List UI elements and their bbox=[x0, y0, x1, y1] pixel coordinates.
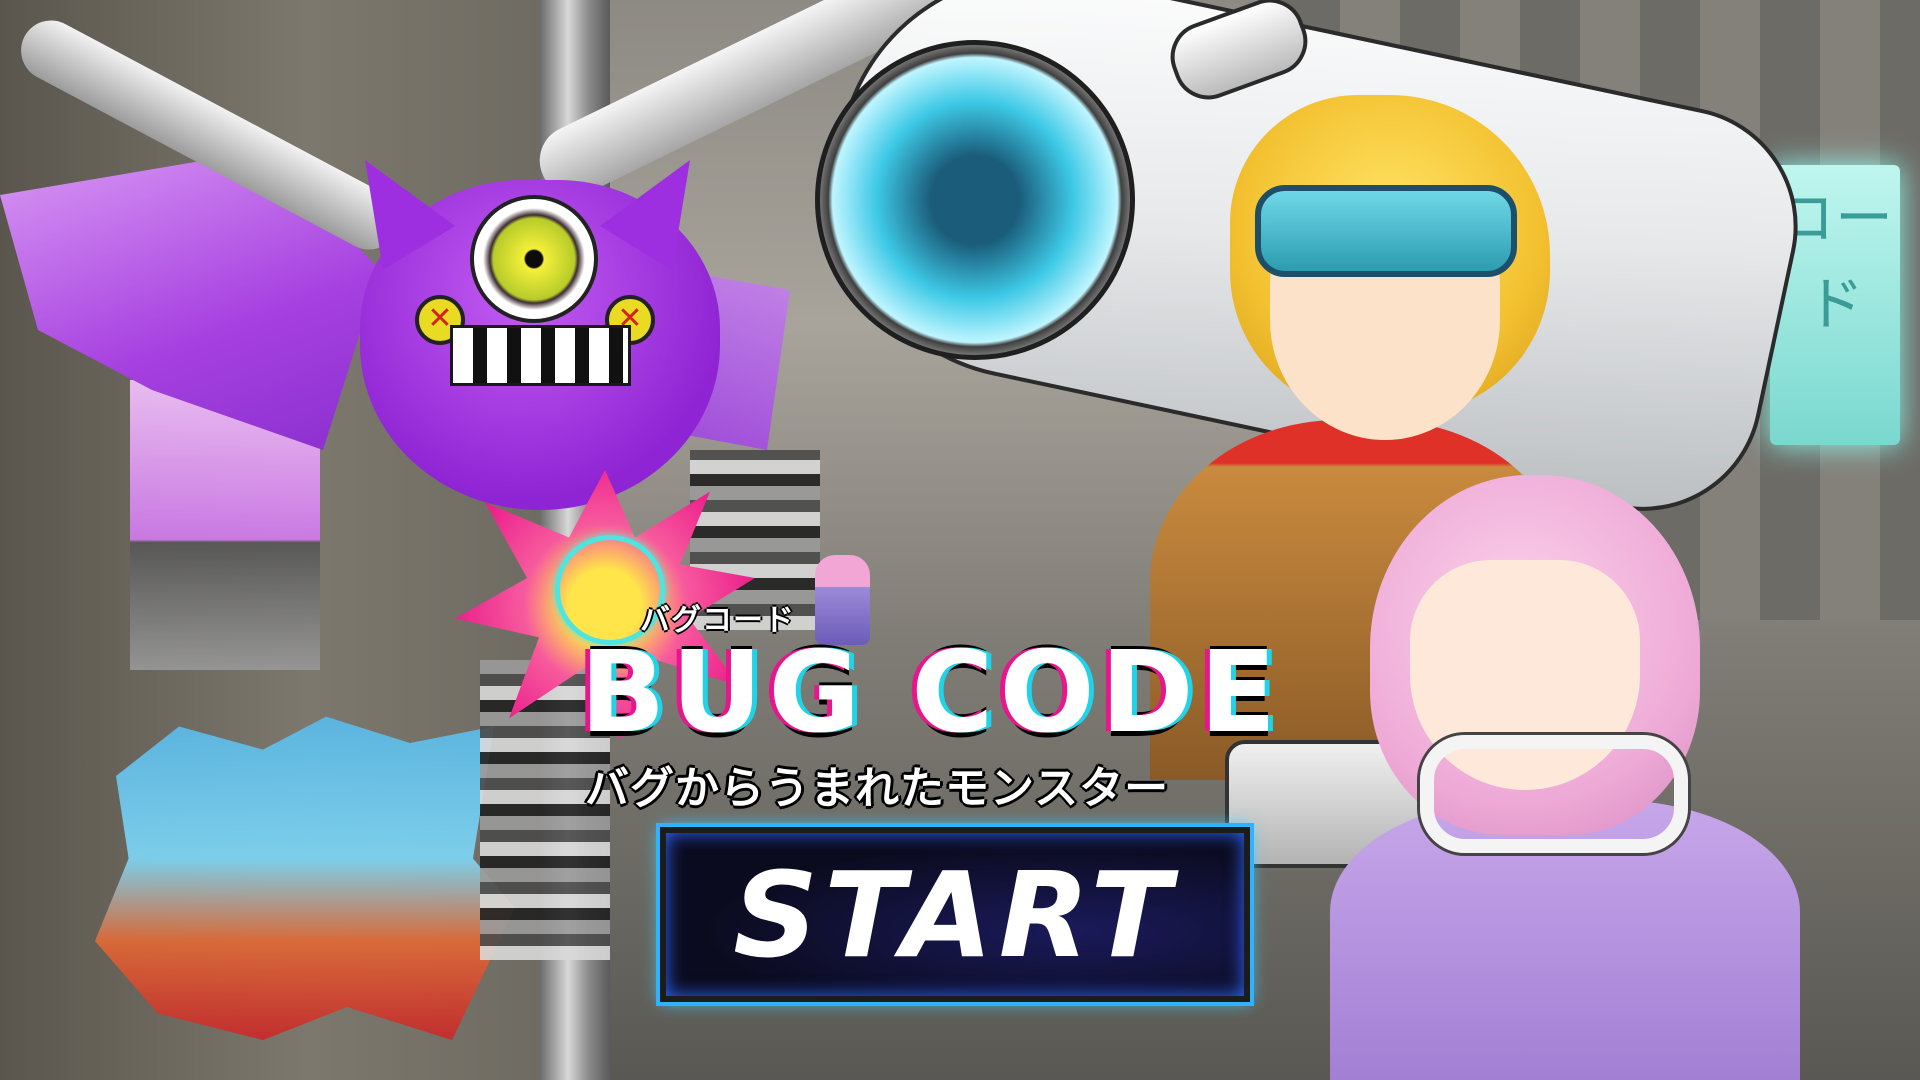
start-button-label: START bbox=[733, 845, 1177, 984]
monster-eye bbox=[470, 195, 598, 323]
girl-character-headphones bbox=[1420, 735, 1688, 853]
monster-teeth bbox=[450, 325, 631, 386]
graffiti-art bbox=[95, 716, 515, 1040]
title-screen: コード ✕ ✕ バグコード BUG CODE バグからうまれたモンスター STA… bbox=[0, 0, 1920, 1080]
bazooka-barrel bbox=[815, 40, 1135, 360]
game-title: BUG CODE bbox=[580, 628, 1283, 758]
start-button[interactable]: START bbox=[656, 823, 1254, 1006]
boy-character-goggles bbox=[1255, 185, 1517, 277]
game-subtitle: バグからうまれたモンスター bbox=[585, 763, 1170, 814]
